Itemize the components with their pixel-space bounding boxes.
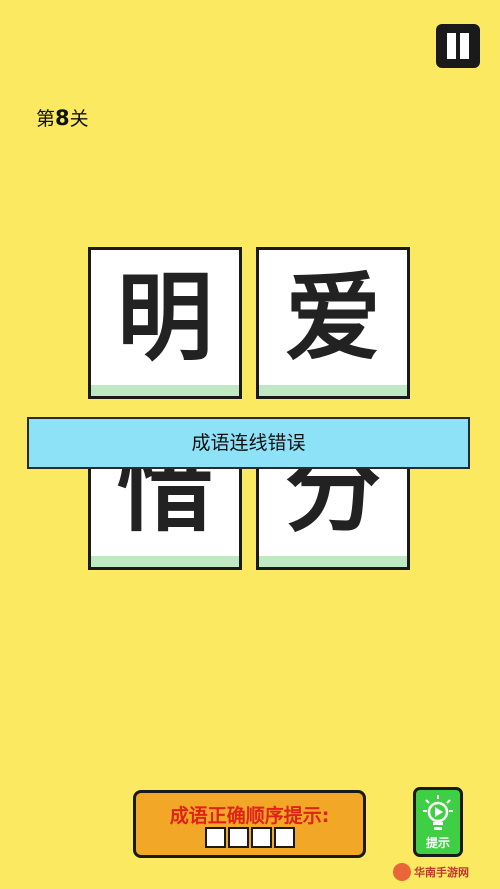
hint-slot bbox=[227, 827, 249, 848]
hint-button-label: 提示 bbox=[425, 836, 450, 850]
watermark: 华南手游网 bbox=[393, 860, 497, 886]
pause-button[interactable] bbox=[436, 24, 480, 68]
hint-slot bbox=[273, 827, 295, 848]
site-logo-icon bbox=[393, 863, 411, 881]
tile-character: 明 bbox=[117, 262, 213, 374]
hint-slot bbox=[204, 827, 226, 848]
level-number: 8 bbox=[55, 106, 70, 130]
hint-text: 成语正确顺序提示: bbox=[169, 805, 330, 827]
lightbulb-icon bbox=[423, 795, 453, 830]
watermark-text: 华南手游网 bbox=[414, 866, 469, 879]
character-tile[interactable]: 明 bbox=[88, 247, 242, 399]
pause-icon bbox=[447, 33, 456, 59]
hint-slots bbox=[136, 827, 363, 852]
hint-slot bbox=[250, 827, 272, 848]
tile-character: 爱 bbox=[285, 262, 381, 374]
level-indicator: 第8关 bbox=[36, 106, 89, 130]
hint-button[interactable]: 提示 bbox=[413, 787, 463, 857]
character-tile[interactable]: 爱 bbox=[256, 247, 410, 399]
hint-panel: 成语正确顺序提示: bbox=[133, 790, 366, 858]
error-banner: 成语连线错误 bbox=[27, 417, 470, 469]
